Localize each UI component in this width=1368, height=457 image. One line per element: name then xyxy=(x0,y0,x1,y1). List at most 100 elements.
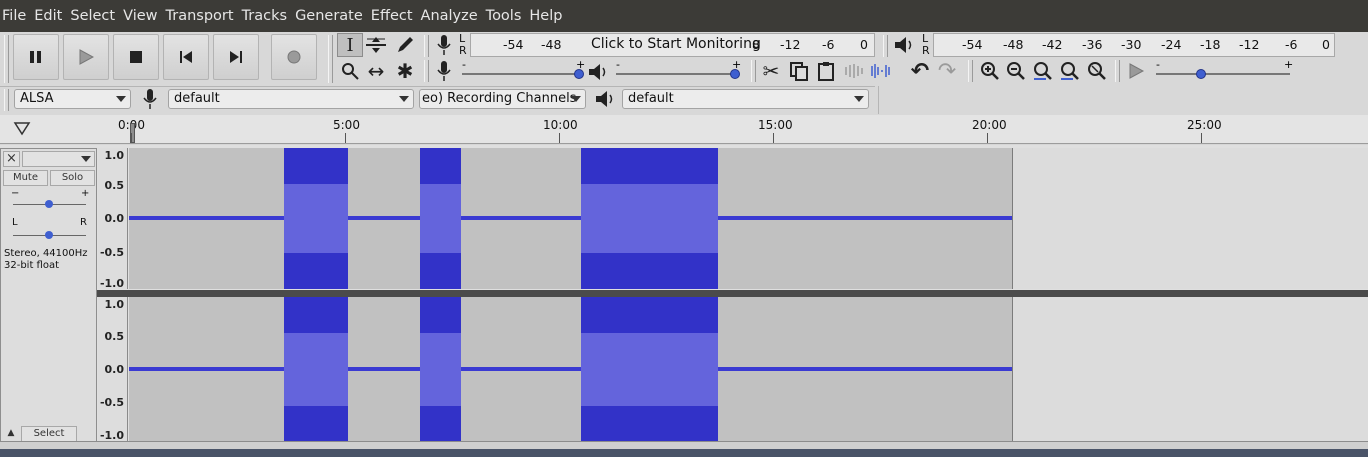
menu-transport[interactable]: Transport xyxy=(164,0,240,32)
fit-selection-icon xyxy=(1034,62,1052,80)
zoom-grip[interactable] xyxy=(968,60,973,82)
undo-button[interactable]: ↶ xyxy=(907,58,933,84)
amplitude-label: -1.0 xyxy=(99,277,124,290)
menu-help[interactable]: Help xyxy=(527,0,568,32)
silence-button[interactable] xyxy=(868,59,894,83)
menu-generate[interactable]: Generate xyxy=(293,0,369,32)
zoom-toggle-button[interactable] xyxy=(1084,59,1110,83)
undo-icon: ↶ xyxy=(910,58,930,84)
playback-volume-slider[interactable] xyxy=(616,73,736,75)
close-track-button[interactable]: × xyxy=(3,151,20,167)
waveform-rms xyxy=(420,333,461,406)
rec-tick: -54 xyxy=(503,37,524,52)
monitoring-prompt[interactable]: Click to Start Monitoring xyxy=(591,36,761,52)
play-at-speed-icon xyxy=(1129,63,1145,79)
menu-select[interactable]: Select xyxy=(68,0,121,32)
paste-button[interactable] xyxy=(813,59,839,83)
rec-tick: 8 xyxy=(752,37,760,52)
pause-button[interactable] xyxy=(13,34,59,80)
chevron-down-icon xyxy=(81,156,91,162)
timeshift-tool-button[interactable]: ↔ xyxy=(363,59,389,83)
playback-volume-minus: - xyxy=(616,58,620,71)
record-icon xyxy=(287,50,301,64)
multi-tool-button[interactable]: ✱ xyxy=(392,59,418,83)
menu-edit[interactable]: Edit xyxy=(32,0,68,32)
recording-channels-select[interactable]: eo) Recording Channels xyxy=(419,89,586,109)
amplitude-label: -0.5 xyxy=(99,246,124,259)
waveform-right-channel[interactable] xyxy=(129,297,1368,442)
fit-selection-button[interactable] xyxy=(1030,59,1056,83)
play-tick: -54 xyxy=(962,37,983,52)
skip-to-end-button[interactable] xyxy=(213,34,259,80)
select-track-button[interactable]: Select xyxy=(21,426,77,442)
zoom-tool-button[interactable] xyxy=(337,59,363,83)
play-speed-thumb[interactable] xyxy=(1196,69,1206,79)
track-menu-button[interactable] xyxy=(22,151,95,167)
zoom-in-icon xyxy=(981,62,999,80)
loud-waveform-segment xyxy=(284,148,348,289)
cut-icon: ✂ xyxy=(762,59,780,83)
menu-tools[interactable]: Tools xyxy=(484,0,528,32)
device-grip[interactable] xyxy=(4,89,9,111)
fit-project-button[interactable] xyxy=(1057,59,1083,83)
menu-file[interactable]: File xyxy=(0,0,32,32)
recording-meter-grip[interactable] xyxy=(424,35,429,57)
playback-device-select[interactable]: default xyxy=(622,89,869,109)
edit-grip[interactable] xyxy=(751,60,756,82)
trim-button[interactable] xyxy=(841,59,867,83)
play-at-speed-button[interactable] xyxy=(1123,59,1149,83)
envelope-tool-button[interactable] xyxy=(363,33,389,57)
play-at-speed-grip[interactable] xyxy=(1115,60,1120,82)
stop-button[interactable] xyxy=(113,34,159,80)
recording-volume-thumb[interactable] xyxy=(574,69,584,79)
collapse-track-button[interactable]: ▲ xyxy=(2,426,20,442)
playback-volume-thumb[interactable] xyxy=(730,69,740,79)
stop-icon xyxy=(130,51,142,63)
gain-thumb[interactable] xyxy=(45,200,53,208)
waveform-left-channel[interactable] xyxy=(129,148,1368,289)
loud-waveform-segment xyxy=(420,297,461,442)
zoom-in-button[interactable] xyxy=(977,59,1003,83)
playback-meter-grip[interactable] xyxy=(883,35,888,57)
track-panel: × Mute Solo − + L R Stereo, 44100Hz 32-b… xyxy=(0,145,1368,457)
selection-tool-button[interactable]: I xyxy=(337,33,363,57)
rec-tick: 0 xyxy=(860,37,868,52)
timeline-label: 25:00 xyxy=(1187,118,1222,132)
vertical-ruler-right[interactable]: 1.0 0.5 0.0 -0.5 -1.0 xyxy=(98,297,128,442)
play-tick: -36 xyxy=(1082,37,1103,52)
menu-view[interactable]: View xyxy=(121,0,163,32)
copy-button[interactable] xyxy=(786,59,812,83)
transport-grip[interactable] xyxy=(4,35,9,83)
recording-meter[interactable]: -54 -48 Click to Start Monitoring 8 -12 … xyxy=(470,33,875,57)
menu-effect[interactable]: Effect xyxy=(369,0,419,32)
play-tick: -30 xyxy=(1121,37,1142,52)
play-speed-slider[interactable] xyxy=(1156,73,1290,75)
mixer-grip[interactable] xyxy=(424,60,429,82)
mute-button[interactable]: Mute xyxy=(3,170,48,186)
menu-tracks[interactable]: Tracks xyxy=(240,0,294,32)
timeline-options-icon[interactable] xyxy=(12,120,32,136)
draw-tool-button[interactable] xyxy=(392,33,418,57)
pan-thumb[interactable] xyxy=(45,231,53,239)
recording-volume-slider[interactable] xyxy=(462,73,580,75)
playback-meter[interactable]: -54 -48 -42 -36 -30 -24 -18 -12 -6 0 xyxy=(933,33,1335,57)
play-button[interactable] xyxy=(63,34,109,80)
menu-analyze[interactable]: Analyze xyxy=(419,0,484,32)
timeline-ruler[interactable]: 0:00 5:00 10:00 15:00 20:00 25:00 xyxy=(0,115,1368,144)
vertical-ruler-left[interactable]: 1.0 0.5 0.0 -0.5 -1.0 xyxy=(98,148,128,290)
skip-to-start-button[interactable] xyxy=(163,34,209,80)
quiet-waveform xyxy=(129,216,284,220)
quiet-waveform xyxy=(461,367,581,371)
pencil-icon xyxy=(398,37,413,52)
recording-device-select[interactable]: default xyxy=(168,89,414,109)
cut-button[interactable]: ✂ xyxy=(758,59,784,83)
solo-button[interactable]: Solo xyxy=(50,170,95,186)
audio-host-select[interactable]: ALSA xyxy=(14,89,131,109)
recording-device-value: default xyxy=(174,91,220,106)
tools-grip[interactable] xyxy=(328,35,333,83)
zoom-out-button[interactable] xyxy=(1003,59,1029,83)
quiet-waveform xyxy=(461,216,581,220)
redo-button[interactable]: ↷ xyxy=(934,59,960,84)
record-button[interactable] xyxy=(271,34,317,80)
track-control-panel[interactable]: × Mute Solo − + L R Stereo, 44100Hz 32-b… xyxy=(0,148,97,445)
